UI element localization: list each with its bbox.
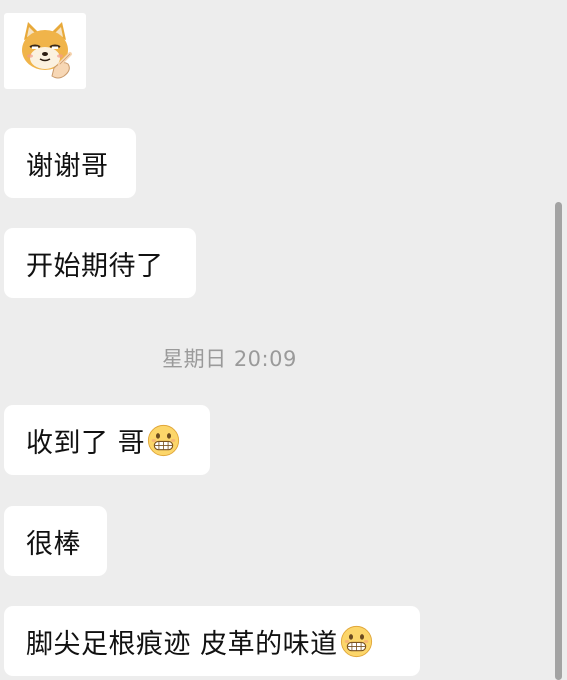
grinning-face-icon: [148, 424, 180, 456]
message-bubble[interactable]: 脚尖足根痕迹 皮革的味道: [4, 606, 420, 676]
message-bubble[interactable]: 收到了 哥: [4, 405, 210, 475]
message-timestamp: 星期日 20:09: [162, 347, 297, 371]
message-text: 脚尖足根痕迹 皮革的味道: [26, 628, 338, 660]
scrollbar-thumb[interactable]: [555, 202, 562, 680]
shiba-dog-sticker-icon: [22, 22, 72, 79]
message-text: 开始期待了: [26, 250, 164, 282]
message-text: 谢谢哥: [26, 150, 109, 182]
message-bubble[interactable]: 开始期待了: [4, 228, 196, 298]
chat-message-list[interactable]: 谢谢哥 开始期待了 星期日 20:09 收到了 哥 很棒 脚尖足根痕迹 皮革的味…: [0, 0, 567, 680]
message-bubble[interactable]: 很棒: [4, 506, 107, 576]
sticker-message[interactable]: [4, 13, 86, 89]
message-text: 收到了 哥: [26, 427, 146, 459]
grinning-face-icon: [340, 625, 372, 657]
message-text: 很棒: [26, 528, 81, 560]
message-bubble[interactable]: 谢谢哥: [4, 128, 136, 198]
